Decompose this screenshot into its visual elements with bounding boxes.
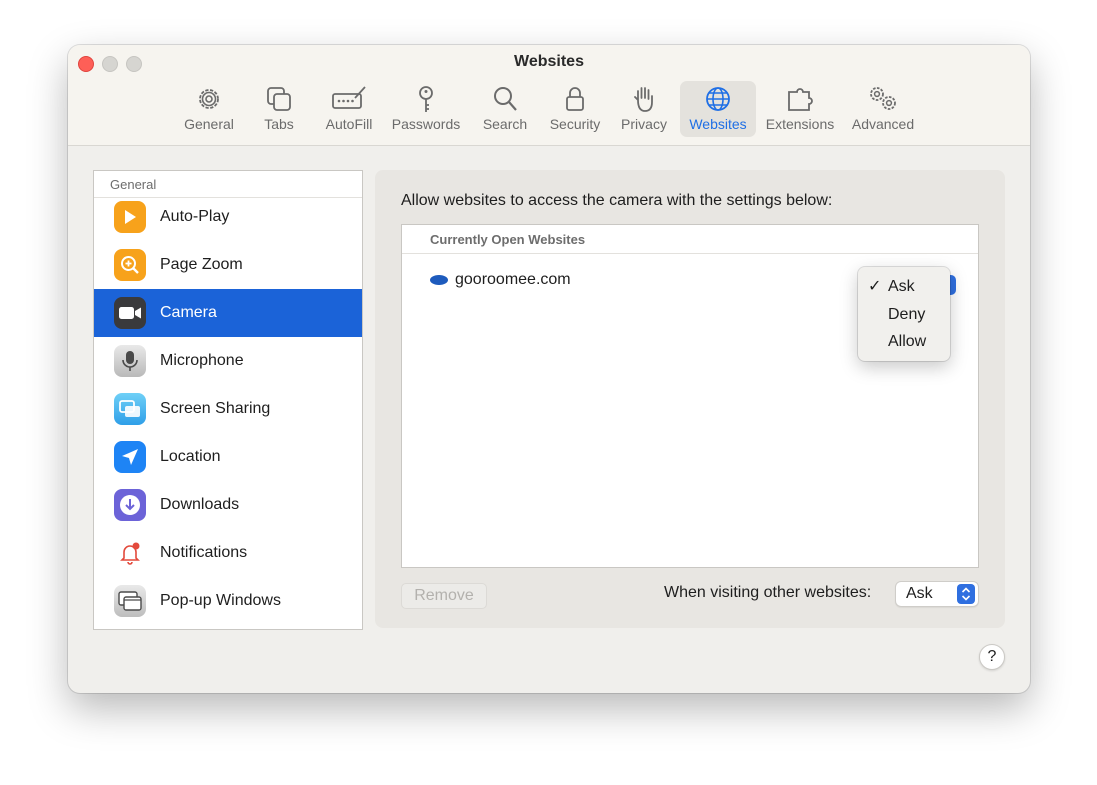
sidebar-item-auto-play[interactable]: Auto-Play — [94, 193, 362, 241]
menu-item-label: Allow — [888, 333, 927, 350]
sidebar-item-location[interactable]: Location — [94, 433, 362, 481]
tab-search[interactable]: Search — [472, 81, 538, 137]
sidebar-item-label: Microphone — [160, 352, 244, 369]
open-websites-list: Currently Open Websites gooroomee.com ✓ … — [401, 224, 979, 568]
site-setting-menu: ✓ Ask Deny Allow — [858, 267, 950, 361]
preferences-toolbar: General Tabs AutoFill Passwords Search S… — [68, 81, 1030, 139]
key-icon — [419, 86, 433, 112]
tab-label: General — [184, 116, 234, 132]
camera-settings-panel: Allow websites to access the camera with… — [375, 170, 1005, 628]
other-websites-select[interactable]: Ask — [895, 581, 979, 607]
window-title: Websites — [514, 53, 584, 70]
tab-autofill[interactable]: AutoFill — [316, 81, 382, 137]
other-websites-label: When visiting other websites: — [664, 584, 872, 601]
tab-tabs[interactable]: Tabs — [248, 81, 310, 137]
tab-security[interactable]: Security — [542, 81, 608, 137]
site-name: gooroomee.com — [455, 271, 571, 288]
sidebar-item-label: Notifications — [160, 544, 248, 561]
menu-item-label: Ask — [888, 278, 915, 295]
globe-icon — [706, 87, 730, 111]
menu-item-allow[interactable]: Allow — [858, 329, 950, 355]
sidebar-item-page-zoom[interactable]: Page Zoom — [94, 241, 362, 289]
screen-sharing-icon — [114, 393, 146, 425]
tab-general[interactable]: General — [174, 81, 244, 137]
magnifier-icon — [494, 87, 517, 111]
menu-item-label: Deny — [888, 306, 926, 323]
site-favicon-icon — [430, 275, 448, 285]
autofill-icon — [332, 86, 366, 109]
help-button[interactable]: ? — [979, 644, 1005, 670]
sidebar-item-screen-sharing[interactable]: Screen Sharing — [94, 385, 362, 433]
sidebar-item-label: Camera — [160, 304, 217, 321]
sidebar-item-label: Pop-up Windows — [160, 592, 281, 609]
sidebar-item-downloads[interactable]: Downloads — [94, 481, 362, 529]
sidebar-item-popup-windows[interactable]: Pop-up Windows — [94, 577, 362, 625]
tab-label: Passwords — [391, 116, 461, 132]
panel-description: Allow websites to access the camera with… — [401, 192, 833, 209]
hand-icon — [634, 87, 653, 112]
sidebar-item-label: Screen Sharing — [160, 400, 271, 417]
gear-icon — [199, 89, 219, 109]
sidebar-item-notifications[interactable]: Notifications — [94, 529, 362, 577]
preferences-window: Websites General Tabs AutoFill Passwords… — [68, 45, 1030, 693]
tab-label: Extensions — [765, 116, 835, 132]
tab-label: Advanced — [851, 116, 915, 132]
tab-label: AutoFill — [325, 116, 373, 132]
select-value: Ask — [906, 585, 933, 602]
sidebar-item-camera[interactable]: Camera — [94, 289, 362, 337]
microphone-icon — [114, 345, 146, 377]
puzzle-icon — [788, 88, 813, 111]
list-item[interactable]: gooroomee.com — [430, 271, 571, 289]
tab-extensions[interactable]: Extensions — [762, 81, 838, 137]
tab-label: Search — [482, 116, 528, 132]
website-settings-sidebar: General Auto-Play Page Zoom Camera Micro… — [93, 170, 363, 630]
sidebar-item-microphone[interactable]: Microphone — [94, 337, 362, 385]
sidebar-item-label: Auto-Play — [160, 208, 230, 225]
lock-icon — [566, 87, 584, 111]
bell-icon — [114, 537, 146, 569]
remove-button[interactable]: Remove — [401, 583, 487, 609]
chevron-up-down-icon — [957, 584, 975, 604]
tab-label: Tabs — [264, 116, 294, 132]
tab-websites[interactable]: Websites — [680, 81, 756, 137]
list-header: Currently Open Websites — [402, 225, 978, 254]
location-icon — [114, 441, 146, 473]
tab-privacy[interactable]: Privacy — [614, 81, 674, 137]
gears-icon — [870, 87, 896, 110]
menu-item-deny[interactable]: Deny — [858, 302, 950, 328]
tab-passwords[interactable]: Passwords — [386, 81, 466, 137]
title-bar: Websites General Tabs AutoFill Passwords… — [68, 45, 1030, 146]
camera-icon — [114, 297, 146, 329]
popup-window-icon — [114, 585, 146, 617]
sidebar-item-label: Downloads — [160, 496, 240, 513]
tab-label: Privacy — [621, 116, 667, 132]
sidebar-item-label: Page Zoom — [160, 256, 243, 273]
tab-label: Security — [549, 116, 601, 132]
download-icon — [114, 489, 146, 521]
menu-item-ask[interactable]: ✓ Ask — [858, 274, 950, 300]
sidebar-item-label: Location — [160, 448, 221, 465]
checkmark-icon: ✓ — [868, 278, 882, 295]
tab-advanced[interactable]: Advanced — [846, 81, 920, 137]
tabs-icon — [267, 87, 291, 111]
zoom-icon — [114, 249, 146, 281]
play-icon — [114, 201, 146, 233]
tab-label: Websites — [689, 116, 747, 132]
